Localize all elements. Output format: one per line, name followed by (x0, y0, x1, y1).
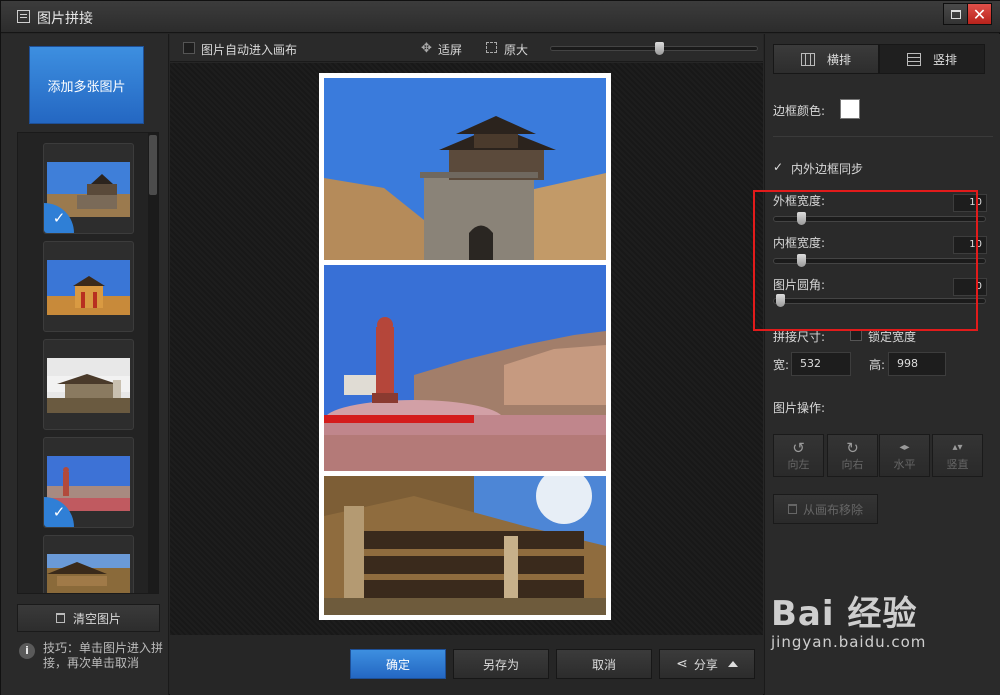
close-icon: ✕ (972, 4, 987, 24)
share-label: 分享 (693, 657, 718, 672)
height-input[interactable]: 998 (888, 352, 946, 376)
sync-checkbox[interactable]: ✓ (773, 160, 783, 174)
app-icon (17, 10, 30, 23)
image-ops-label: 图片操作: (773, 401, 826, 415)
layout-vertical-button[interactable]: 竖排 (879, 44, 985, 74)
thumbnail-5[interactable] (43, 535, 134, 593)
auto-canvas-checkbox[interactable] (183, 42, 195, 54)
title-bar: 图片拼接 ✕ (1, 1, 1000, 33)
thumbnail-4[interactable]: ✓ (43, 437, 134, 528)
remove-from-canvas-button[interactable]: 从画布移除 (773, 494, 878, 524)
tip-text: 技巧：单击图片进入拼接，再次单击取消 (43, 641, 164, 670)
rotate-right-button[interactable]: ↻ 向右 (827, 434, 878, 477)
thumbnail-list[interactable]: ✓ ✓ (17, 132, 159, 594)
collage-photo-1[interactable] (324, 78, 606, 260)
rotate-right-icon: ↻ (846, 438, 859, 457)
thumbnail-image (47, 358, 130, 413)
highlight-box (753, 190, 978, 331)
layout-horizontal-label: 横排 (826, 52, 851, 67)
layout-horizontal-button[interactable]: 横排 (773, 44, 879, 74)
save-as-button[interactable]: 另存为 (453, 649, 549, 679)
thumbnail-3[interactable] (43, 339, 134, 430)
maximize-icon (950, 9, 961, 19)
divider (773, 136, 993, 137)
watermark-logo: Bai 经验 (771, 594, 918, 634)
height-label: 高: (869, 358, 886, 372)
canvas-area (170, 63, 763, 635)
thumbnail-scrollbar[interactable] (148, 133, 158, 593)
watermark: Bai 经验 jingyan.baidu.com (771, 586, 926, 651)
fit-screen-icon[interactable]: ✥ (421, 41, 432, 56)
columns-icon (800, 52, 815, 66)
flip-horizontal-button[interactable]: ◂▸ 水平 (879, 434, 930, 477)
collage-photo-3[interactable] (324, 476, 606, 615)
add-images-button[interactable]: 添加多张图片 (29, 46, 144, 124)
canvas-toolbar: 图片自动进入画布 ✥ 适屏 原大 (170, 34, 763, 62)
close-button[interactable]: ✕ (967, 3, 992, 25)
zoom-slider[interactable] (550, 42, 758, 55)
window-title: 图片拼接 (37, 11, 93, 27)
left-panel: 添加多张图片 ✓ ✓ 清空图片 i 技巧：单击图片进入拼接，再次单击取消 (1, 34, 169, 695)
zoom-slider-thumb[interactable] (655, 42, 664, 55)
rotate-left-label: 向左 (787, 457, 810, 471)
thumbnail-image (47, 260, 130, 315)
cancel-button[interactable]: 取消 (556, 649, 652, 679)
action-bar: 确定 另存为 取消 ⋖ 分享 (170, 635, 763, 695)
collage-photo-2[interactable] (324, 265, 606, 471)
watermark-url: jingyan.baidu.com (771, 633, 927, 651)
trash-icon (55, 613, 65, 623)
share-icon: ⋖ (676, 656, 688, 672)
border-color-swatch[interactable] (840, 99, 860, 119)
share-button[interactable]: ⋖ 分享 (659, 649, 755, 679)
rotate-left-button[interactable]: ↺ 向左 (773, 434, 824, 477)
sync-label: 内外边框同步 (791, 162, 864, 176)
flip-vertical-icon: ▴▾ (952, 441, 963, 453)
trash-icon (787, 504, 797, 514)
thumbnail-1[interactable]: ✓ (43, 143, 134, 234)
clear-images-label: 清空图片 (72, 611, 121, 626)
collage-canvas[interactable] (319, 73, 611, 620)
confirm-button[interactable]: 确定 (350, 649, 446, 679)
thumbnail-2[interactable] (43, 241, 134, 332)
auto-canvas-label: 图片自动进入画布 (201, 43, 298, 57)
border-color-label: 边框颜色: (773, 104, 826, 118)
thumbnail-image (47, 554, 130, 593)
flip-vertical-label: 竖直 (946, 457, 969, 471)
rotate-left-icon: ↺ (792, 438, 805, 457)
fit-screen-button[interactable]: 适屏 (438, 41, 462, 58)
remove-from-canvas-label: 从画布移除 (802, 502, 863, 517)
layout-vertical-label: 竖排 (932, 52, 957, 67)
clear-images-button[interactable]: 清空图片 (17, 604, 160, 632)
scrollbar-thumb[interactable] (149, 135, 157, 195)
width-label: 宽: (773, 358, 790, 372)
flip-horizontal-label: 水平 (893, 457, 916, 471)
caret-up-icon (727, 661, 738, 667)
flip-horizontal-icon: ◂▸ (899, 441, 910, 453)
rows-icon (906, 52, 921, 66)
rotate-right-label: 向右 (841, 457, 864, 471)
flip-vertical-button[interactable]: ▴▾ 竖直 (932, 434, 983, 477)
app-window: 图片拼接 ✕ 添加多张图片 ✓ ✓ 清空图片 i 技巧：单击图片进入拼接，再次单… (0, 0, 1000, 695)
maximize-button[interactable] (943, 3, 968, 25)
width-input[interactable]: 532 (791, 352, 851, 376)
original-size-icon[interactable] (486, 42, 497, 53)
original-size-button[interactable]: 原大 (504, 41, 528, 58)
info-icon: i (19, 643, 35, 659)
